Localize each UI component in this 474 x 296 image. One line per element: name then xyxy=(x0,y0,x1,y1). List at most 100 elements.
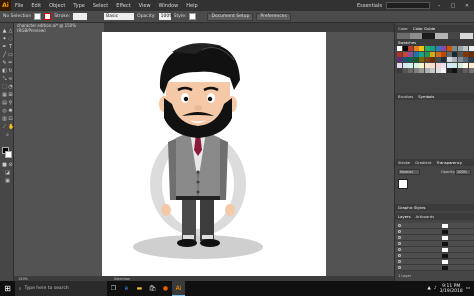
pencil-icon[interactable]: ✏ xyxy=(8,61,13,66)
screen-mode-icon[interactable]: ▣ xyxy=(5,179,10,184)
width-tool-icon[interactable]: ≈ xyxy=(8,77,13,82)
menu-view[interactable]: View xyxy=(135,3,155,9)
zoom-icon[interactable]: ⌕ xyxy=(5,133,10,138)
artboard-tool-icon[interactable]: ⊡ xyxy=(8,117,13,122)
menu-help[interactable]: Help xyxy=(182,3,201,9)
windows-start-icon[interactable]: ⊞ xyxy=(0,281,15,296)
canvas-area[interactable] xyxy=(14,32,394,276)
visibility-eye-icon[interactable] xyxy=(398,224,401,227)
zoom-level[interactable]: 150% xyxy=(18,277,28,281)
menu-object[interactable]: Object xyxy=(45,3,69,9)
menu-type[interactable]: Type xyxy=(69,3,88,9)
illustrator-taskbar-icon[interactable]: Ai xyxy=(172,281,185,296)
brush-definition-field[interactable]: Basic xyxy=(104,13,135,20)
lasso-icon[interactable]: ◌ xyxy=(8,37,13,42)
type-tool-icon[interactable]: T xyxy=(8,45,13,50)
none-mode-icon[interactable]: ⊘ xyxy=(8,163,13,168)
visibility-eye-icon[interactable] xyxy=(398,236,401,239)
eraser-icon[interactable]: ◧ xyxy=(2,69,7,74)
tab-transparency[interactable]: Transparency xyxy=(437,160,462,165)
minimize-icon[interactable]: – xyxy=(434,3,444,9)
opacity-field[interactable]: 100% xyxy=(158,13,174,20)
network-icon[interactable]: ▲ xyxy=(427,286,430,291)
layer-row[interactable] xyxy=(396,265,474,271)
transparency-thumbnail[interactable] xyxy=(398,179,408,189)
rectangle-tool-icon[interactable]: ▭ xyxy=(8,53,13,58)
draw-mode-icon[interactable]: ◪ xyxy=(5,171,10,176)
notifications-icon[interactable]: ▭ xyxy=(466,286,470,291)
tab-gradient[interactable]: Gradient xyxy=(415,160,432,165)
document-tab[interactable]: character edition.ai* @ 150% (RGB/Previe… xyxy=(14,23,104,33)
artboard[interactable] xyxy=(102,32,326,276)
volume-icon[interactable]: ♪ xyxy=(434,286,437,291)
color-mode-icon[interactable]: ■ xyxy=(2,163,7,168)
help-search-input[interactable] xyxy=(386,2,430,9)
symbol-sprayer-icon[interactable]: ✺ xyxy=(8,109,13,114)
edge-browser-icon[interactable]: e xyxy=(120,281,133,296)
document-setup-button[interactable]: Document Setup xyxy=(207,12,254,21)
tab-color-guide[interactable]: Color Guide xyxy=(413,26,435,31)
menu-window[interactable]: Window xyxy=(155,3,183,9)
fill-swatch[interactable] xyxy=(34,13,42,20)
close-icon[interactable]: ✕ xyxy=(462,3,472,9)
perspective-grid-icon[interactable]: ▦ xyxy=(2,93,7,98)
swatch-grid[interactable] xyxy=(397,46,474,73)
visibility-eye-icon[interactable] xyxy=(398,230,401,233)
line-tool-icon[interactable]: ╱ xyxy=(2,53,7,58)
menu-effect[interactable]: Effect xyxy=(112,3,134,9)
gradient-icon[interactable]: ▤ xyxy=(2,101,7,106)
tab-color[interactable]: Color xyxy=(398,26,408,31)
task-view-icon[interactable]: ❐ xyxy=(107,281,120,296)
visibility-eye-icon[interactable] xyxy=(398,254,401,257)
rotate-icon[interactable]: ↻ xyxy=(8,69,13,74)
mesh-icon[interactable]: ⊞ xyxy=(8,93,13,98)
menu-edit[interactable]: Edit xyxy=(27,3,45,9)
blend-mode-select[interactable]: Normal xyxy=(398,169,420,175)
file-explorer-icon[interactable]: ▬ xyxy=(133,281,146,296)
tab-layers[interactable]: Layers xyxy=(398,214,411,219)
stroke-color-box[interactable] xyxy=(5,151,12,158)
magic-wand-icon[interactable]: ✦ xyxy=(2,37,7,42)
layer-row[interactable] xyxy=(396,229,474,235)
layer-row[interactable] xyxy=(396,223,474,229)
layer-row[interactable] xyxy=(396,259,474,265)
menu-file[interactable]: File xyxy=(11,3,27,9)
slice-icon[interactable]: ⟋ xyxy=(2,125,7,130)
stroke-weight-field[interactable] xyxy=(73,13,88,20)
tab-swatches[interactable]: Swatches xyxy=(398,40,416,45)
layer-row[interactable] xyxy=(396,235,474,241)
menu-select[interactable]: Select xyxy=(89,3,112,9)
hand-icon[interactable]: ✋ xyxy=(8,125,14,130)
column-graph-icon[interactable]: ▥ xyxy=(2,117,7,122)
layer-row[interactable] xyxy=(396,253,474,259)
preferences-button[interactable]: Preferences xyxy=(256,12,291,21)
free-transform-icon[interactable]: ⬚ xyxy=(2,85,7,90)
shape-builder-icon[interactable]: ◔ xyxy=(8,85,13,90)
firefox-icon[interactable]: ● xyxy=(159,281,172,296)
style-swatch[interactable] xyxy=(189,13,197,20)
transparency-opacity-field[interactable]: 100% xyxy=(455,169,471,175)
visibility-eye-icon[interactable] xyxy=(398,266,401,269)
layer-row[interactable] xyxy=(396,247,474,253)
store-icon[interactable]: 🛍 xyxy=(146,281,159,296)
maximize-icon[interactable]: □ xyxy=(448,3,458,9)
workspace-switcher[interactable]: Essentials xyxy=(357,3,382,9)
tab-stroke[interactable]: Stroke xyxy=(398,160,410,165)
visibility-eye-icon[interactable] xyxy=(398,260,401,263)
pen-tool-icon[interactable]: ✒ xyxy=(2,45,7,50)
stroke-swatch[interactable] xyxy=(44,13,52,20)
selection-tool-icon[interactable]: ▲ xyxy=(2,29,7,34)
blend-icon[interactable]: ◎ xyxy=(2,109,7,114)
taskbar-search-input[interactable]: ⌕ Type here to search xyxy=(15,281,107,296)
system-clock[interactable]: 9:11 PM 3/19/2018 xyxy=(440,284,463,294)
visibility-eye-icon[interactable] xyxy=(398,248,401,251)
tab-symbols[interactable]: Symbols xyxy=(418,94,434,99)
tab-brushes[interactable]: Brushes xyxy=(398,94,413,99)
paintbrush-icon[interactable]: ✎ xyxy=(2,61,7,66)
tab-graphic-styles[interactable]: Graphic Styles xyxy=(398,205,426,210)
tab-artboards[interactable]: Artboards xyxy=(416,214,435,219)
eyedropper-icon[interactable]: ⚲ xyxy=(8,101,13,106)
scale-icon[interactable]: ⤡ xyxy=(2,77,7,82)
direct-selection-tool-icon[interactable]: △ xyxy=(8,29,13,34)
layer-row[interactable] xyxy=(396,241,474,247)
